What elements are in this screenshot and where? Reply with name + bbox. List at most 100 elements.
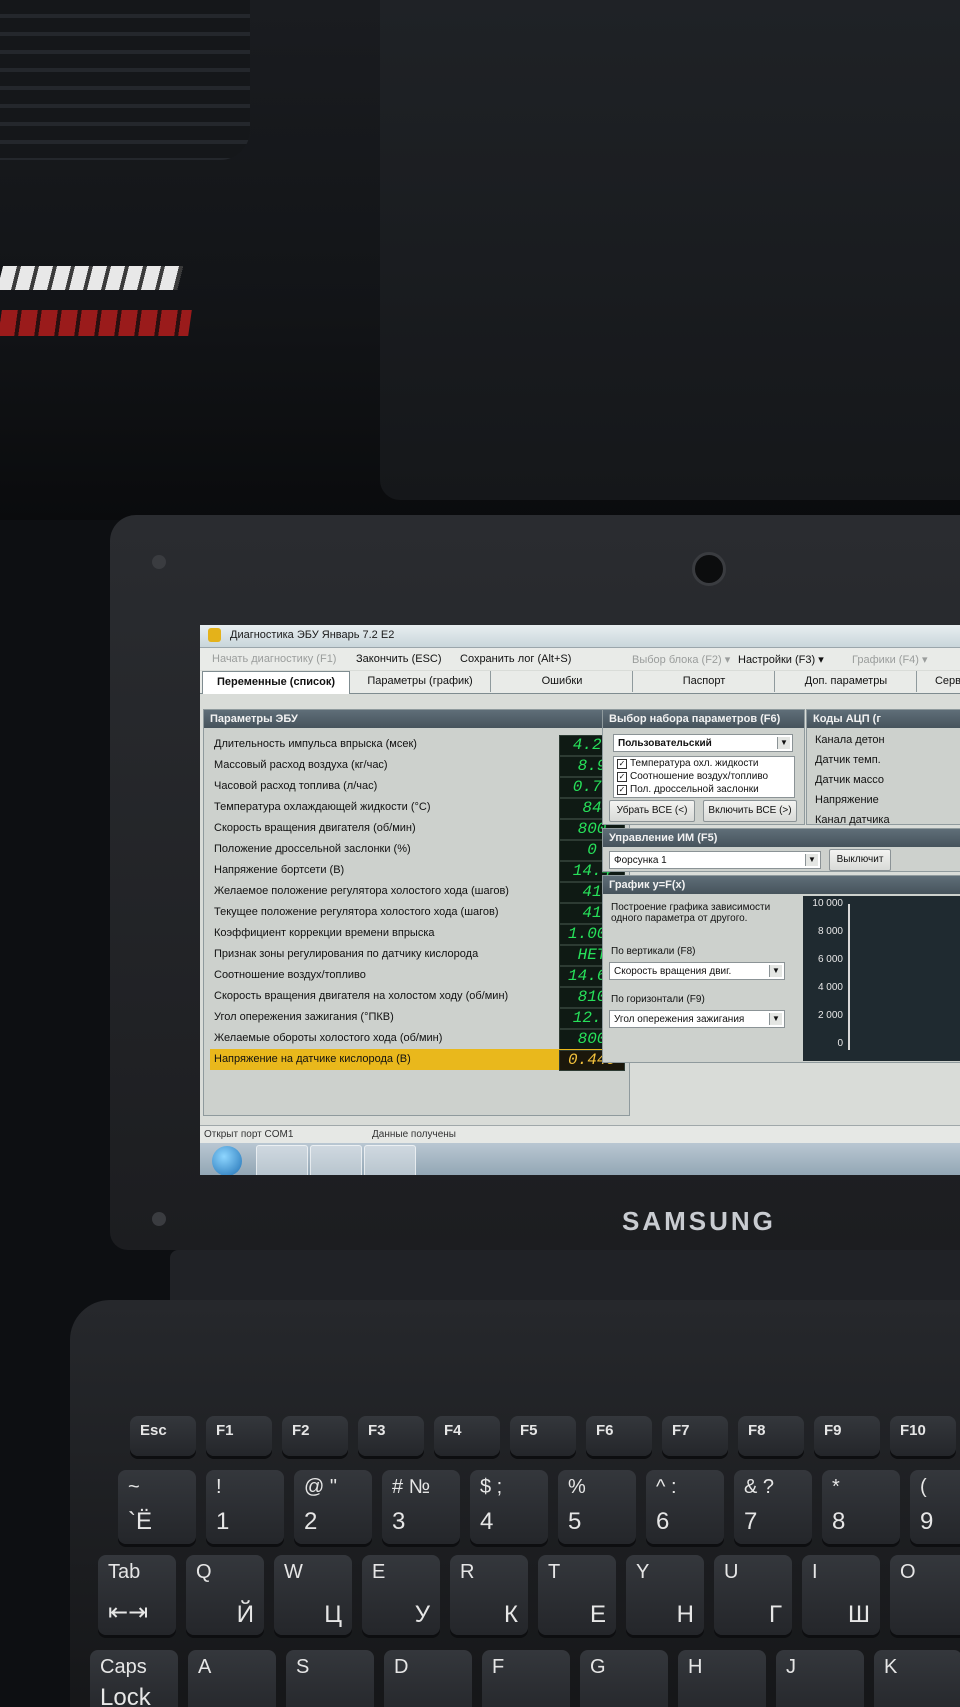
checkbox-icon[interactable]: ✓ bbox=[617, 785, 627, 795]
param-row[interactable]: Напряжение бортсети (В) 14.4 bbox=[210, 860, 625, 882]
settings-menu[interactable]: Настройки (F3) ▾ bbox=[738, 653, 824, 666]
keyboard-key[interactable]: YН bbox=[626, 1555, 704, 1635]
keyboard-key[interactable]: WЦ bbox=[274, 1555, 352, 1635]
key-main-label: `Ё bbox=[128, 1508, 153, 1535]
tab-passport[interactable]: Паспорт bbox=[634, 671, 775, 692]
param-row[interactable]: Часовой расход топлива (л/час) 0.78 bbox=[210, 776, 625, 798]
keyboard-key[interactable]: Tab ⇤⇥ bbox=[98, 1555, 176, 1635]
unit-select-menu[interactable]: Выбор блока (F2) ▾ bbox=[632, 653, 730, 666]
param-set-item[interactable]: ✓ Пол. дроссельной заслонки bbox=[614, 783, 794, 796]
keyboard-key[interactable]: K bbox=[874, 1650, 960, 1707]
key-f4[interactable]: F4 bbox=[434, 1416, 500, 1456]
graphs-menu[interactable]: Графики (F4) ▾ bbox=[852, 653, 928, 666]
param-row[interactable]: Угол опережения зажигания (°ПКВ) 12.0 bbox=[210, 1007, 625, 1029]
xy-chart-area: 10 000 8 000 6 000 4 000 2 000 0 bbox=[803, 896, 960, 1061]
key-label: F8 bbox=[748, 1422, 766, 1439]
param-set-checklist: ✓ Температура охл. жидкости ✓ Соотношение в… bbox=[613, 756, 795, 798]
key-f7[interactable]: F7 bbox=[662, 1416, 728, 1456]
key-esc[interactable]: Esc bbox=[130, 1416, 196, 1456]
add-all-button[interactable]: Включить ВСЕ (>) bbox=[703, 800, 797, 822]
chevron-down-icon: ▼ bbox=[769, 965, 782, 977]
checkbox-icon[interactable]: ✓ bbox=[617, 759, 627, 769]
param-row[interactable]: Коэффициент коррекции времени впрыска 1.0… bbox=[210, 923, 625, 945]
keyboard-key[interactable]: $ ; 4 bbox=[470, 1470, 548, 1544]
keyboard-key[interactable]: UГ bbox=[714, 1555, 792, 1635]
param-row[interactable]: Желаемое положение регулятора холостого … bbox=[210, 881, 625, 903]
keyboard-key[interactable]: @ " 2 bbox=[294, 1470, 372, 1544]
key-f10[interactable]: F10 bbox=[890, 1416, 956, 1456]
keyboard-key[interactable]: S bbox=[286, 1650, 374, 1707]
param-row[interactable]: Текущее положение регулятора холостого х… bbox=[210, 902, 625, 924]
keyboard-key[interactable]: (9 bbox=[910, 1470, 960, 1544]
actuator-off-button[interactable]: Выключит bbox=[829, 849, 891, 871]
toolbar: Начать диагностику (F1) Закончить (ESC) … bbox=[200, 648, 960, 670]
tab-service[interactable]: Серв bbox=[918, 671, 960, 692]
keyboard-key[interactable]: QЙ bbox=[186, 1555, 264, 1635]
start-diagnostics-button[interactable]: Начать диагностику (F1) bbox=[212, 653, 336, 665]
keyboard-key[interactable]: F bbox=[482, 1650, 570, 1707]
param-row[interactable]: Положение дроссельной заслонки (%) 0 bbox=[210, 839, 625, 861]
keyboard-key[interactable]: ^ : 6 bbox=[646, 1470, 724, 1544]
keyboard-key[interactable]: D bbox=[384, 1650, 472, 1707]
key-f8[interactable]: F8 bbox=[738, 1416, 804, 1456]
media-taskbar-icon[interactable] bbox=[310, 1145, 362, 1175]
vertical-axis-dropdown[interactable]: Скорость вращения двиг. ▼ bbox=[609, 962, 785, 980]
key-f5[interactable]: F5 bbox=[510, 1416, 576, 1456]
param-row[interactable]: Массовый расход воздуха (кг/час) 8.9 bbox=[210, 755, 625, 777]
tab-errors[interactable]: Ошибки bbox=[492, 671, 633, 692]
horizontal-axis-dropdown[interactable]: Угол опережения зажигания ▼ bbox=[609, 1010, 785, 1028]
key-f1[interactable]: F1 bbox=[206, 1416, 272, 1456]
remove-all-button[interactable]: Убрать ВСЕ (<) bbox=[609, 800, 695, 822]
keyboard-key[interactable]: Caps Lock bbox=[90, 1650, 178, 1707]
keyboard-key[interactable]: % 5 bbox=[558, 1470, 636, 1544]
keyboard-key[interactable]: TЕ bbox=[538, 1555, 616, 1635]
keyboard-key[interactable]: H bbox=[678, 1650, 766, 1707]
keyboard-key[interactable]: G bbox=[580, 1650, 668, 1707]
param-set-dropdown[interactable]: Пользовательский ▼ bbox=[613, 734, 793, 752]
key-top-label: * bbox=[832, 1476, 840, 1498]
param-set-item[interactable]: ✓ Температура охл. жидкости bbox=[614, 757, 794, 770]
keyboard-key[interactable]: ~ `Ё bbox=[118, 1470, 196, 1544]
start-button-icon[interactable] bbox=[212, 1146, 242, 1175]
keyboard-key[interactable]: RК bbox=[450, 1555, 528, 1635]
key-top-label: I bbox=[812, 1561, 818, 1583]
key-f2[interactable]: F2 bbox=[282, 1416, 348, 1456]
key-top-label: E bbox=[372, 1561, 386, 1583]
diagnostics-app-taskbar-icon[interactable] bbox=[364, 1145, 416, 1175]
key-top-label: ( bbox=[920, 1476, 927, 1498]
actuator-dropdown[interactable]: Форсунка 1 ▼ bbox=[609, 851, 821, 869]
explorer-taskbar-icon[interactable] bbox=[256, 1145, 308, 1175]
keyboard-key[interactable]: EУ bbox=[362, 1555, 440, 1635]
tab-extra-params[interactable]: Доп. параметры bbox=[776, 671, 917, 692]
param-row[interactable]: Напряжение на датчике кислорода (В) 0.449 bbox=[210, 1049, 625, 1071]
key-top-label: F bbox=[492, 1656, 505, 1678]
keyboard-key[interactable]: J bbox=[776, 1650, 864, 1707]
dashboard-indicator-white bbox=[0, 266, 183, 290]
keyboard-key[interactable]: O bbox=[890, 1555, 960, 1635]
param-row[interactable]: Скорость вращения двигателя (об/мин) 800 bbox=[210, 818, 625, 840]
param-row[interactable]: Температура охлаждающей жидкости (°С) 84 bbox=[210, 797, 625, 819]
key-f6[interactable]: F6 bbox=[586, 1416, 652, 1456]
keyboard-key[interactable]: ! 1 bbox=[206, 1470, 284, 1544]
keyboard-key[interactable]: A bbox=[188, 1650, 276, 1707]
keyboard-key[interactable]: IШ bbox=[802, 1555, 880, 1635]
key-top-label: Y bbox=[636, 1561, 650, 1583]
keyboard-key[interactable]: * 8 bbox=[822, 1470, 900, 1544]
keyboard-key[interactable]: # № 3 bbox=[382, 1470, 460, 1544]
save-log-button[interactable]: Сохранить лог (Alt+S) bbox=[460, 653, 571, 665]
qwerty-key-row: Tab ⇤⇥ Q Й W Ц E У R К T Е Y Н U Г I Ш O bbox=[98, 1555, 960, 1635]
tab-variables-list[interactable]: Переменные (список) bbox=[202, 671, 350, 694]
param-row[interactable]: Скорость вращения двигателя на холостом … bbox=[210, 986, 625, 1008]
keyboard-key[interactable]: & ? 7 bbox=[734, 1470, 812, 1544]
tab-params-graph[interactable]: Параметры (график) bbox=[350, 671, 491, 692]
param-row[interactable]: Желаемые обороты холостого хода (об/мин)… bbox=[210, 1028, 625, 1050]
key-main-label: 6 bbox=[656, 1508, 670, 1535]
param-row[interactable]: Длительность импульса впрыска (мсек) 4.22 bbox=[210, 734, 625, 756]
param-row[interactable]: Соотношение воздух/топливо 14.64 bbox=[210, 965, 625, 987]
checkbox-icon[interactable]: ✓ bbox=[617, 772, 627, 782]
key-f3[interactable]: F3 bbox=[358, 1416, 424, 1456]
param-set-item[interactable]: ✓ Соотношение воздух/топливо bbox=[614, 770, 794, 783]
param-row[interactable]: Признак зоны регулирования по датчику ки… bbox=[210, 944, 625, 966]
stop-button[interactable]: Закончить (ESC) bbox=[356, 653, 442, 665]
key-f9[interactable]: F9 bbox=[814, 1416, 880, 1456]
